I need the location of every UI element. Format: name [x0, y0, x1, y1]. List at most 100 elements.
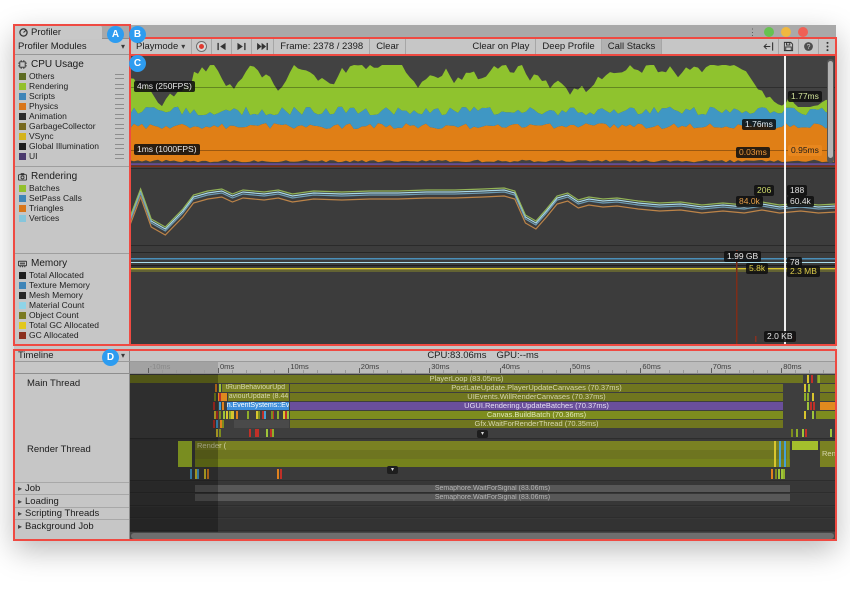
thread-row-loading[interactable]: ▸Loading [14, 494, 129, 507]
timeline-fragment[interactable] [783, 469, 785, 479]
thread-row-render-thread[interactable]: Render Thread [14, 440, 129, 482]
timeline-fragment[interactable] [232, 411, 234, 419]
timeline-fragment[interactable] [778, 469, 780, 479]
timeline-fragment[interactable] [262, 411, 264, 419]
timeline-fragment[interactable] [214, 393, 216, 401]
timeline-fragment[interactable] [255, 429, 257, 437]
cpu-usage-chart[interactable] [130, 55, 836, 168]
timeline-hscrollbar-thumb[interactable] [131, 533, 834, 539]
timeline-fragment[interactable] [804, 384, 806, 392]
module-item[interactable]: Total GC Allocated [14, 320, 129, 330]
timeline-content[interactable]: PlayerLoop (83.05ms)tRunBehaviourUpdPost… [130, 374, 836, 540]
timeline-fragment[interactable] [810, 402, 812, 410]
call-stacks-toggle[interactable]: Call Stacks [602, 39, 663, 54]
timeline-fragment[interactable] [270, 429, 272, 437]
thread-row-job[interactable]: ▸Job [14, 482, 129, 494]
window-dot-yellow[interactable] [781, 27, 791, 37]
timeline-span[interactable]: aviourUpdate (8.44 [228, 393, 289, 401]
timeline-fragment[interactable] [808, 384, 810, 392]
timeline-fragment[interactable] [236, 411, 238, 419]
module-item[interactable]: GarbageCollector [14, 121, 129, 131]
prev-frame-button[interactable] [212, 39, 232, 54]
timeline-fragment[interactable] [812, 393, 814, 401]
timeline-span[interactable] [820, 402, 836, 410]
clear-on-play-toggle[interactable]: Clear on Play [466, 39, 536, 54]
timeline-fragment[interactable] [818, 375, 820, 383]
timeline-fragment[interactable] [775, 469, 777, 479]
module-item[interactable]: VSync [14, 131, 129, 141]
module-item[interactable]: Animation [14, 111, 129, 121]
timeline-ruler-area[interactable]: -10ms0ms10ms20ms30ms40ms50ms60ms70ms80ms [130, 362, 836, 373]
timeline-fragment[interactable] [802, 429, 804, 437]
timeline-fragment[interactable] [249, 429, 251, 437]
timeline-span[interactable]: n.EventSystems::Ev [227, 402, 289, 410]
timeline-fragment[interactable] [787, 441, 789, 467]
timeline-fragment[interactable] [197, 469, 199, 479]
rendering-chart[interactable] [130, 168, 836, 245]
timeline-fragment[interactable] [216, 420, 218, 428]
chart-scrollbar[interactable] [827, 59, 834, 163]
timeline-fragment[interactable] [277, 411, 279, 419]
module-item[interactable]: UI [14, 151, 129, 161]
timeline-fragment[interactable] [804, 411, 806, 419]
selected-frame-line[interactable] [784, 55, 786, 344]
collapsed-group-marker-icon[interactable]: ▾ [387, 466, 398, 474]
timeline-fragment[interactable] [771, 469, 773, 479]
timeline-fragment[interactable] [226, 411, 228, 419]
timeline-fragment[interactable] [774, 441, 776, 467]
timeline-fragment[interactable] [781, 469, 783, 479]
module-header[interactable]: Rendering [14, 169, 129, 183]
module-item[interactable]: Mesh Memory [14, 290, 129, 300]
timeline-fragment[interactable] [215, 384, 217, 392]
window-dot-red[interactable] [798, 27, 808, 37]
timeline-fragment[interactable] [207, 469, 209, 479]
window-dot-green[interactable] [764, 27, 774, 37]
clear-button[interactable]: Clear [370, 39, 406, 54]
timeline-fragment[interactable] [219, 393, 221, 401]
timeline-fragment[interactable] [216, 411, 218, 419]
timeline-fragment[interactable] [258, 411, 260, 419]
timeline-span[interactable] [792, 441, 818, 450]
charts-area[interactable]: 4ms (250FPS)1ms (1000FPS)1.77ms1.76ms0.0… [130, 55, 836, 344]
timeline-span[interactable]: UIEvents.WillRenderCanvases (70.37ms) [290, 393, 783, 401]
module-item[interactable]: Batches [14, 183, 129, 193]
drag-handle-icon[interactable] [115, 74, 124, 79]
timeline-fragment[interactable] [807, 393, 809, 401]
timeline-fragment[interactable] [287, 411, 289, 419]
timeline-fragment[interactable] [204, 469, 206, 479]
module-item[interactable]: Scripts [14, 91, 129, 101]
timeline-fragment[interactable] [280, 469, 282, 479]
drag-handle-icon[interactable] [115, 104, 124, 109]
timeline-fragment[interactable] [219, 411, 221, 419]
timeline-span[interactable]: PostLateUpdate.PlayerUpdateCanvases (70.… [290, 384, 783, 392]
timeline-span[interactable] [195, 450, 790, 459]
timeline-span[interactable]: Canvas.BuildBatch (70.36ms) [290, 411, 783, 419]
next-frame-button[interactable] [232, 39, 252, 54]
timeline-span[interactable] [820, 384, 836, 392]
timeline-fragment[interactable] [812, 411, 814, 419]
current-frame-button[interactable] [252, 39, 274, 54]
timeline-span[interactable]: Render ( [195, 441, 790, 450]
drag-handle-icon[interactable] [115, 134, 124, 139]
timeline-fragment[interactable] [271, 411, 273, 419]
timeline-span[interactable] [820, 375, 836, 383]
timeline-fragment[interactable] [264, 411, 266, 419]
timeline-fragment[interactable] [779, 441, 781, 467]
timeline-hscrollbar[interactable] [130, 532, 836, 540]
module-item[interactable]: Global Illumination [14, 141, 129, 151]
drag-handle-icon[interactable] [115, 124, 124, 129]
module-item[interactable]: Triangles [14, 203, 129, 213]
deep-profile-toggle[interactable]: Deep Profile [536, 39, 601, 54]
module-item[interactable]: Physics [14, 101, 129, 111]
timeline-span[interactable]: Render ( [820, 441, 836, 467]
drag-handle-icon[interactable] [115, 154, 124, 159]
timeline-span[interactable] [820, 393, 836, 401]
timeline-span[interactable]: Semaphore.WaitForSignal (83.06ms) [195, 494, 790, 501]
timeline-fragment[interactable] [283, 411, 285, 419]
timeline-fragment[interactable] [247, 411, 249, 419]
module-item[interactable]: GC Allocated [14, 330, 129, 340]
context-menu-button[interactable] [819, 39, 836, 54]
module-item[interactable]: Material Count [14, 300, 129, 310]
timeline-fragment[interactable] [214, 411, 216, 419]
module-item[interactable]: Texture Memory [14, 280, 129, 290]
